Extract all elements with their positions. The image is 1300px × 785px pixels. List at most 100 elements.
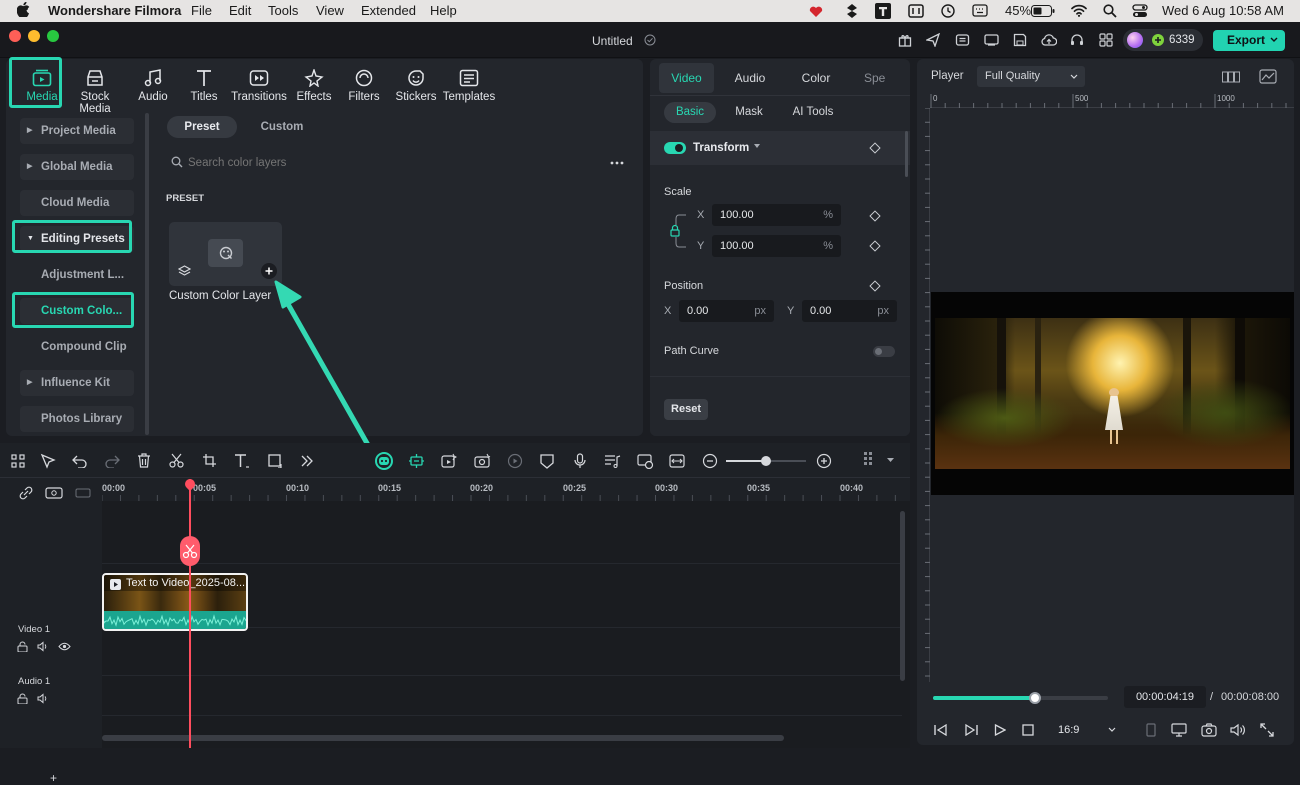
transform-section-header[interactable]: Transform [650,131,910,165]
apple-icon[interactable] [17,2,30,17]
track-lock-icon[interactable] [17,641,28,652]
volume-icon[interactable] [1230,723,1246,737]
video-clip[interactable]: Text to Video_2025-08... [102,573,248,631]
playback-progress-bar[interactable] [933,692,1108,704]
sidebar-item-project-media[interactable]: ▶ Project Media [20,118,134,144]
sidebar-scrollbar[interactable] [145,113,149,435]
preview-canvas[interactable] [931,292,1294,495]
marker-shield-icon[interactable] [540,453,554,469]
sidebar-item-adjustment-layer[interactable]: Adjustment L... [20,262,134,288]
menu-extended[interactable]: Extended [361,3,416,18]
position-x-field[interactable]: 0.00 px [679,300,774,322]
gift-icon[interactable] [898,33,912,47]
time-ruler[interactable]: 00:00 00:05 00:10 00:15 00:20 00:25 00:3… [102,479,910,501]
sidebar-item-photos-library[interactable]: Photos Library [20,406,134,432]
avatar[interactable] [1127,32,1143,48]
playhead[interactable] [189,479,191,748]
zoom-window-button[interactable] [47,30,59,42]
more-tools-chevrons-icon[interactable] [300,454,314,468]
fullscreen-icon[interactable] [1260,723,1274,737]
lock-icon[interactable] [666,211,688,251]
sidebar-item-influence-kit[interactable]: ▶ Influence Kit [20,370,134,396]
keyframe-diamond-icon[interactable] [869,280,881,292]
sidebar-item-global-media[interactable]: ▶ Global Media [20,154,134,180]
delete-trash-icon[interactable] [137,453,151,468]
camera-icon[interactable] [1201,723,1217,737]
crop-icon[interactable] [202,453,217,468]
stop-icon[interactable] [1022,724,1034,736]
cloud-save-icon[interactable] [955,33,970,47]
menu-edit[interactable]: Edit [229,3,251,18]
scope-chart-icon[interactable] [1259,69,1277,84]
aspect-ratio-dropdown[interactable]: 16:9 [1050,719,1120,741]
zoom-slider-knob[interactable] [761,456,771,466]
add-track-icon[interactable] [45,487,63,499]
sidebar-item-cloud-media[interactable]: Cloud Media [20,190,134,216]
ai-mate-icon[interactable] [375,452,393,470]
tab-media[interactable]: Media [12,63,72,115]
progress-knob[interactable] [1028,692,1041,704]
select-pointer-icon[interactable] [40,453,56,469]
tab-custom[interactable]: Custom [250,116,314,138]
ai-camera-icon[interactable] [474,453,491,469]
search-input[interactable] [188,154,428,172]
reset-button[interactable]: Reset [664,399,708,420]
subtab-ai-tools[interactable]: AI Tools [786,102,840,123]
status-plugin-icon[interactable] [846,4,858,18]
menu-view[interactable]: View [316,3,344,18]
text-tool-icon[interactable] [234,453,250,468]
translate-icon[interactable] [908,4,924,18]
snapshot-marker-icon[interactable] [1146,723,1156,737]
time-machine-icon[interactable] [941,4,955,18]
screen-icon[interactable] [984,34,999,46]
app-name[interactable]: Wondershare Filmora [48,3,181,18]
chevron-down-icon[interactable] [1270,37,1278,43]
timeline-tracks-area[interactable]: 00:00 00:05 00:10 00:15 00:20 00:25 00:3… [102,479,910,748]
display-icon[interactable] [1171,723,1187,737]
audio-list-icon[interactable] [604,453,621,469]
sidebar-item-custom-color[interactable]: Custom Colo... [20,298,134,324]
scale-x-field[interactable]: 100.00% [712,204,841,226]
tab-speed[interactable]: Spe [864,63,904,93]
keyframe-diamond-icon[interactable] [869,142,881,154]
undo-icon[interactable] [72,454,88,468]
zoom-slider[interactable] [726,456,806,466]
menu-file[interactable]: File [191,3,212,18]
timeline-horizontal-scrollbar[interactable] [102,735,784,741]
save-icon[interactable] [1013,33,1027,47]
tab-video[interactable]: Video [659,63,714,93]
add-track-plus-icon[interactable]: + [50,771,57,785]
tab-templates[interactable]: Templates [438,63,500,115]
more-options-icon[interactable] [610,161,624,165]
shape-icon[interactable] [268,454,284,468]
track-layout-icon[interactable] [863,451,877,469]
transform-toggle[interactable] [664,142,686,154]
keyframe-diamond-icon[interactable] [869,240,881,252]
link-icon[interactable] [18,485,34,501]
fit-timeline-icon[interactable] [669,453,685,469]
text-tool-icon[interactable] [875,3,891,19]
layout-grid-icon[interactable] [11,454,25,468]
custom-color-layer-tile[interactable] [169,222,282,286]
tab-color[interactable]: Color [786,63,846,93]
zoom-in-icon[interactable] [816,453,832,469]
scale-y-field[interactable]: 100.00% [712,235,841,257]
ai-clip-icon[interactable] [441,453,457,469]
zoom-out-icon[interactable] [702,453,718,469]
redo-icon[interactable] [104,454,120,468]
subtab-basic[interactable]: Basic [664,102,716,123]
next-frame-icon[interactable] [964,724,978,736]
apps-grid-icon[interactable] [1099,33,1113,47]
tab-transitions[interactable]: Transitions [228,63,290,115]
keyframe-diamond-icon[interactable] [869,210,881,222]
caret-down-icon[interactable] [754,144,760,149]
track-height-icon[interactable] [75,488,91,498]
menu-tools[interactable]: Tools [268,3,298,18]
control-center-icon[interactable] [1132,4,1148,18]
render-preview-icon[interactable] [507,453,523,469]
cloud-upload-icon[interactable] [1041,33,1057,47]
tab-audio-props[interactable]: Audio [720,63,780,93]
sidebar-item-compound-clip[interactable]: Compound Clip [20,334,134,360]
tab-titles[interactable]: Titles [174,63,234,115]
menu-help[interactable]: Help [430,3,457,18]
